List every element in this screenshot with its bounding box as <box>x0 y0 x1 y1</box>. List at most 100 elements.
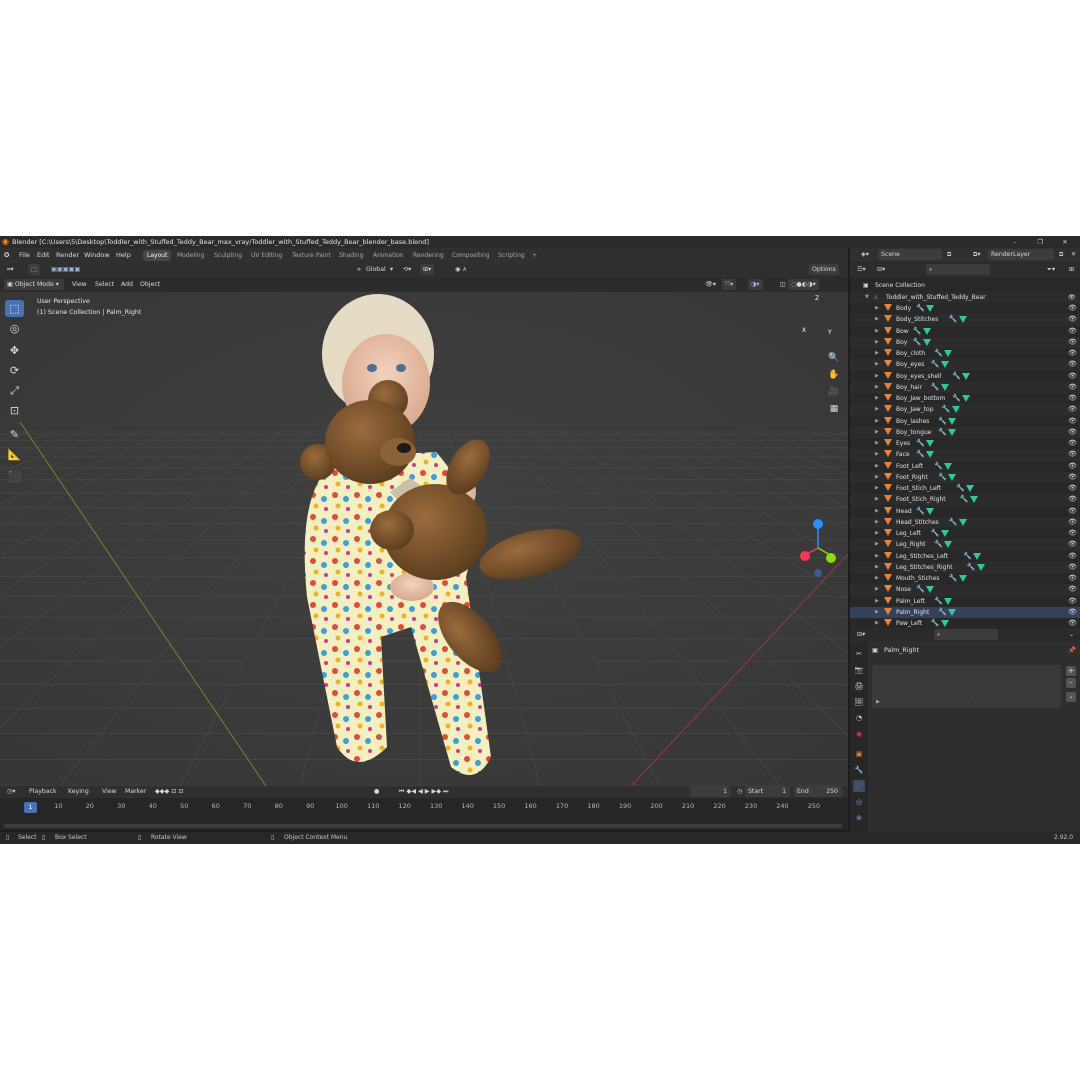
frame-ruler[interactable]: 1102030405060708090100110120130140150160… <box>0 802 848 816</box>
selection-mode-icons[interactable]: ▣▣▣▣▣ <box>48 264 83 275</box>
expand-arrow-icon[interactable]: ▶ <box>875 551 879 562</box>
tab-shading[interactable]: Shading <box>335 250 367 261</box>
menu-timeline-view[interactable]: View <box>99 786 120 797</box>
add-cube-tool-icon[interactable]: ⬛ <box>5 468 24 485</box>
menu-file[interactable]: File <box>19 248 30 263</box>
playback-controls[interactable]: ⏮ ◆◀ ◀ ▶ ▶◆ ⏭ <box>396 786 452 797</box>
render-layer-field[interactable]: RenderLayer <box>988 249 1054 260</box>
outliner-row[interactable]: ▶ Palm_Left 🔧 👁 <box>850 596 1080 607</box>
menu-marker[interactable]: Marker <box>122 786 149 797</box>
object-tab-icon[interactable]: ▣ <box>853 748 865 760</box>
tab-uv-editing[interactable]: UV Editing <box>247 250 286 261</box>
outliner-row[interactable]: ▶ Boy_eyes 🔧 👁 <box>850 359 1080 371</box>
expand-arrow-icon[interactable]: ▶ <box>875 337 879 348</box>
outliner-row[interactable]: ▶ Boy_Jaw_bottom 🔧 👁 <box>850 393 1080 404</box>
eye-icon[interactable]: 👁 <box>1068 528 1077 539</box>
output-tab-icon[interactable]: 🖨 <box>853 680 865 692</box>
timeline-scrollbar[interactable] <box>4 824 842 828</box>
menu-view[interactable]: View <box>69 279 90 290</box>
options-dropdown[interactable]: Options <box>809 264 839 275</box>
expand-arrow-icon[interactable]: ▶ <box>875 348 879 359</box>
view-layer-tab-icon[interactable]: 🖼 <box>853 696 865 708</box>
eye-icon[interactable]: 👁 <box>1068 404 1077 415</box>
properties-search-input[interactable]: ⌕ <box>934 629 998 640</box>
render-tab-icon[interactable]: 📷 <box>853 664 865 676</box>
add-slot-button[interactable]: + <box>1066 666 1076 676</box>
expand-arrow-icon[interactable]: ▶ <box>875 506 879 517</box>
expand-arrow-icon[interactable]: ▼ <box>865 292 869 303</box>
eye-icon[interactable]: 👁 <box>1068 494 1077 505</box>
eye-icon[interactable]: 👁 <box>1068 562 1077 573</box>
outliner-row[interactable]: ▶ Leg_Left 🔧 👁 <box>850 528 1080 539</box>
expand-arrow-icon[interactable]: ▶ <box>875 562 879 573</box>
proportional-edit-icon[interactable]: ◉ ∧ <box>452 264 470 275</box>
gizmo-toggle-icon[interactable]: ⤧▾ <box>722 279 737 290</box>
expand-arrow-icon[interactable]: ▶ <box>875 359 879 370</box>
annotate-tool-icon[interactable]: ✎ <box>5 426 24 443</box>
transform-orientation-select[interactable]: Global <box>363 264 389 275</box>
eye-icon[interactable]: 👁 <box>1068 449 1077 460</box>
editor-type-icon[interactable]: ⌗▾ <box>4 264 17 275</box>
scene-icon[interactable]: ◈▾ <box>858 249 872 260</box>
menu-playback[interactable]: Playback <box>26 786 60 797</box>
menu-help[interactable]: Help <box>116 248 131 263</box>
current-frame-field[interactable]: 1 <box>690 786 730 797</box>
properties-editor-type-icon[interactable]: ⊟▾ <box>854 629 868 640</box>
eye-icon[interactable]: 👁 <box>1068 584 1077 595</box>
tab-layout[interactable]: Layout <box>143 250 172 261</box>
pivot-icon[interactable]: ⟲▾ <box>400 264 414 275</box>
eye-icon[interactable]: 👁 <box>1068 438 1077 449</box>
render-layer-icon[interactable]: ⧉▾ <box>970 249 984 260</box>
scale-tool-icon[interactable]: ⤢ <box>5 382 24 399</box>
tab-modeling[interactable]: Modeling <box>173 250 208 261</box>
gizmo-y-label[interactable]: Y <box>828 329 832 336</box>
expand-arrow-icon[interactable]: ▶ <box>876 699 880 705</box>
expand-arrow-icon[interactable]: ▶ <box>875 528 879 539</box>
menu-add[interactable]: Add <box>118 279 136 290</box>
render-layer-copy-icon[interactable]: ⧉ <box>1056 249 1066 260</box>
expand-arrow-icon[interactable]: ▶ <box>875 461 879 472</box>
expand-arrow-icon[interactable]: ▶ <box>875 472 879 483</box>
transform-tool-icon[interactable]: ⊡ <box>5 402 24 419</box>
outliner-search-input[interactable]: ⌕ <box>926 264 990 275</box>
object-mode-select[interactable]: ▣ Object Mode ▾ <box>4 279 64 290</box>
close-icon[interactable]: ✕ <box>1054 236 1076 248</box>
scene-collection-row[interactable]: ▣ Scene Collection <box>850 280 1080 291</box>
tab-compositing[interactable]: Compositing <box>448 250 494 261</box>
record-icon[interactable]: ● <box>371 786 382 797</box>
new-collection-icon[interactable]: ⊞ <box>1066 264 1077 275</box>
camera-icon[interactable]: 🎥 <box>826 384 842 400</box>
expand-arrow-icon[interactable]: ▶ <box>875 573 879 584</box>
root-object-row[interactable]: ▼ ⅄ Toddler_with_Stuffed_Teddy_Bear 👁 <box>850 291 1080 303</box>
tool-tab-icon[interactable]: ✂ <box>853 648 865 660</box>
outliner-row[interactable]: ▶ Foot_Stich_Left 🔧 👁 <box>850 483 1080 494</box>
expand-arrow-icon[interactable]: ▶ <box>875 596 879 607</box>
outliner-row[interactable]: ▶ Leg_Right 🔧 👁 <box>850 539 1080 551</box>
menu-window[interactable]: Window <box>84 248 110 263</box>
particles-tab-icon[interactable]: ⋰ <box>853 780 865 792</box>
eye-icon[interactable]: 👁 <box>1068 314 1077 325</box>
pan-hand-icon[interactable]: ✋ <box>826 367 842 383</box>
outliner-row[interactable]: ▶ Foot_Right 🔧 👁 <box>850 471 1080 483</box>
eye-icon[interactable]: 👁 <box>1068 393 1077 404</box>
measure-tool-icon[interactable]: 📐 <box>5 446 24 463</box>
expand-arrow-icon[interactable]: ▶ <box>875 449 879 460</box>
outliner-row[interactable]: ▶ Boy_lashes 🔧 👁 <box>850 416 1080 427</box>
move-tool-icon[interactable]: ✥ <box>5 342 24 359</box>
keyframe-icons[interactable]: ◆◆◆ ⊡ ⊡ <box>152 786 187 797</box>
expand-arrow-icon[interactable]: ▶ <box>875 584 879 595</box>
tab-rendering[interactable]: Rendering <box>409 250 448 261</box>
perspective-grid-icon[interactable]: ▦ <box>826 401 842 417</box>
eye-icon[interactable]: 👁 <box>1068 427 1077 438</box>
outliner-row[interactable]: ▶ Foot_Stich_Right 🔧 👁 <box>850 494 1080 506</box>
eye-icon[interactable]: 👁 <box>1068 461 1077 472</box>
shading-modes-icons[interactable]: ◌●◐◑▾ <box>788 279 819 290</box>
select-box-tool-icon[interactable]: ⬚ <box>5 300 24 317</box>
outliner-row[interactable]: ▶ Boy 🔧 👁 <box>850 336 1080 348</box>
display-mode-icon[interactable]: ⊟▾ <box>874 264 888 275</box>
eye-icon[interactable]: 👁 <box>1068 517 1077 528</box>
eye-icon[interactable]: 👁 <box>1068 292 1076 303</box>
tab-sculpting[interactable]: Sculpting <box>210 250 246 261</box>
expand-arrow-icon[interactable]: ▶ <box>875 416 879 427</box>
tab-animation[interactable]: Animation <box>369 250 408 261</box>
